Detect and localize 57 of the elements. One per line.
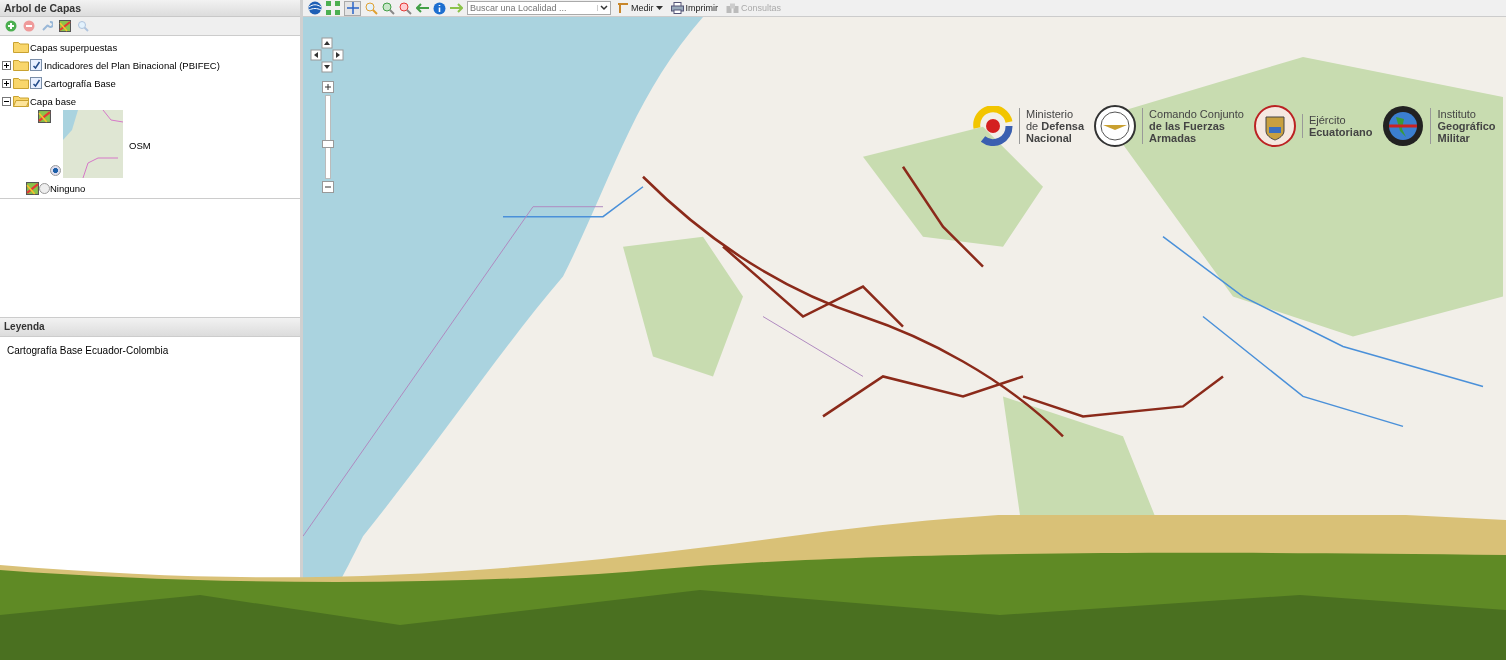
ruler-icon <box>617 2 629 14</box>
map-icon[interactable] <box>59 20 71 32</box>
layer-label[interactable]: OSM <box>129 139 151 151</box>
ring-emblem-icon <box>973 106 1013 146</box>
logo-text: Comando Conjunto de las Fuerzas Armadas <box>1142 108 1244 144</box>
zoom-out-button-icon[interactable] <box>322 181 334 193</box>
legend-text: Cartografía Base Ecuador-Colombia <box>6 344 170 358</box>
toolbar-button[interactable]: Medir <box>615 1 665 15</box>
radio-button[interactable] <box>50 165 61 176</box>
wrench-icon[interactable] <box>41 20 53 32</box>
move-icon <box>346 2 359 14</box>
zoom-slider[interactable] <box>325 95 331 179</box>
tree-label[interactable]: Capas superpuestas <box>30 41 118 53</box>
expander-icon[interactable] <box>1 78 11 88</box>
tree-label[interactable]: Indicadores del Plan Binacional (PBIFEC) <box>44 59 220 71</box>
tree-label[interactable]: Cartografía Base <box>44 77 116 89</box>
logo-text: Ministerio de Defensa Nacional <box>1019 108 1085 144</box>
caret-icon <box>655 5 663 11</box>
pan-button[interactable] <box>344 0 361 16</box>
tree-label[interactable]: Capa base <box>30 95 76 107</box>
globe-emblem-icon <box>1382 105 1425 147</box>
zoom-in-icon[interactable] <box>382 1 395 15</box>
checkbox[interactable] <box>30 77 42 89</box>
zoom-out-icon[interactable] <box>399 1 412 15</box>
expander-icon[interactable] <box>1 60 11 70</box>
printer-icon <box>670 2 684 14</box>
search-field[interactable]: Buscar una Localidad ... <box>467 1 611 15</box>
seal-emblem-icon <box>1094 105 1137 147</box>
remove-icon[interactable] <box>23 20 35 32</box>
map-thumbnail <box>63 110 123 178</box>
back-arrow-icon[interactable] <box>416 3 429 13</box>
legend-title: Leyenda <box>0 317 300 337</box>
checkbox[interactable] <box>30 59 42 71</box>
extent-icon[interactable] <box>326 1 340 15</box>
zoom-in-button-icon[interactable] <box>322 81 334 93</box>
forward-arrow-icon[interactable] <box>450 3 463 13</box>
layer-label[interactable]: Ninguno <box>50 183 86 194</box>
pan-control-icon[interactable] <box>310 37 346 73</box>
globe-icon[interactable] <box>308 1 322 15</box>
shield-emblem-icon <box>1253 105 1296 147</box>
expander-icon[interactable] <box>1 96 11 106</box>
info-icon[interactable] <box>433 1 446 15</box>
map-icon <box>38 110 51 123</box>
logo-text: Ejército Ecuatoriano <box>1301 114 1373 138</box>
map-icon <box>26 182 39 195</box>
logo-text: Instituto Geográfico Militar <box>1430 108 1496 144</box>
dropdown-icon <box>600 5 609 11</box>
folder-icon <box>13 59 29 71</box>
add-icon[interactable] <box>5 20 17 32</box>
folder-icon <box>13 41 29 53</box>
folder-icon <box>13 95 29 107</box>
toolbar-button[interactable]: Imprimir <box>668 1 720 15</box>
zoom-slider-thumb[interactable] <box>322 140 334 149</box>
zoom-icon[interactable] <box>365 1 378 15</box>
panel-title: Arbol de Capas <box>0 0 300 17</box>
folder-icon <box>13 77 29 89</box>
radio-button[interactable] <box>39 183 50 194</box>
